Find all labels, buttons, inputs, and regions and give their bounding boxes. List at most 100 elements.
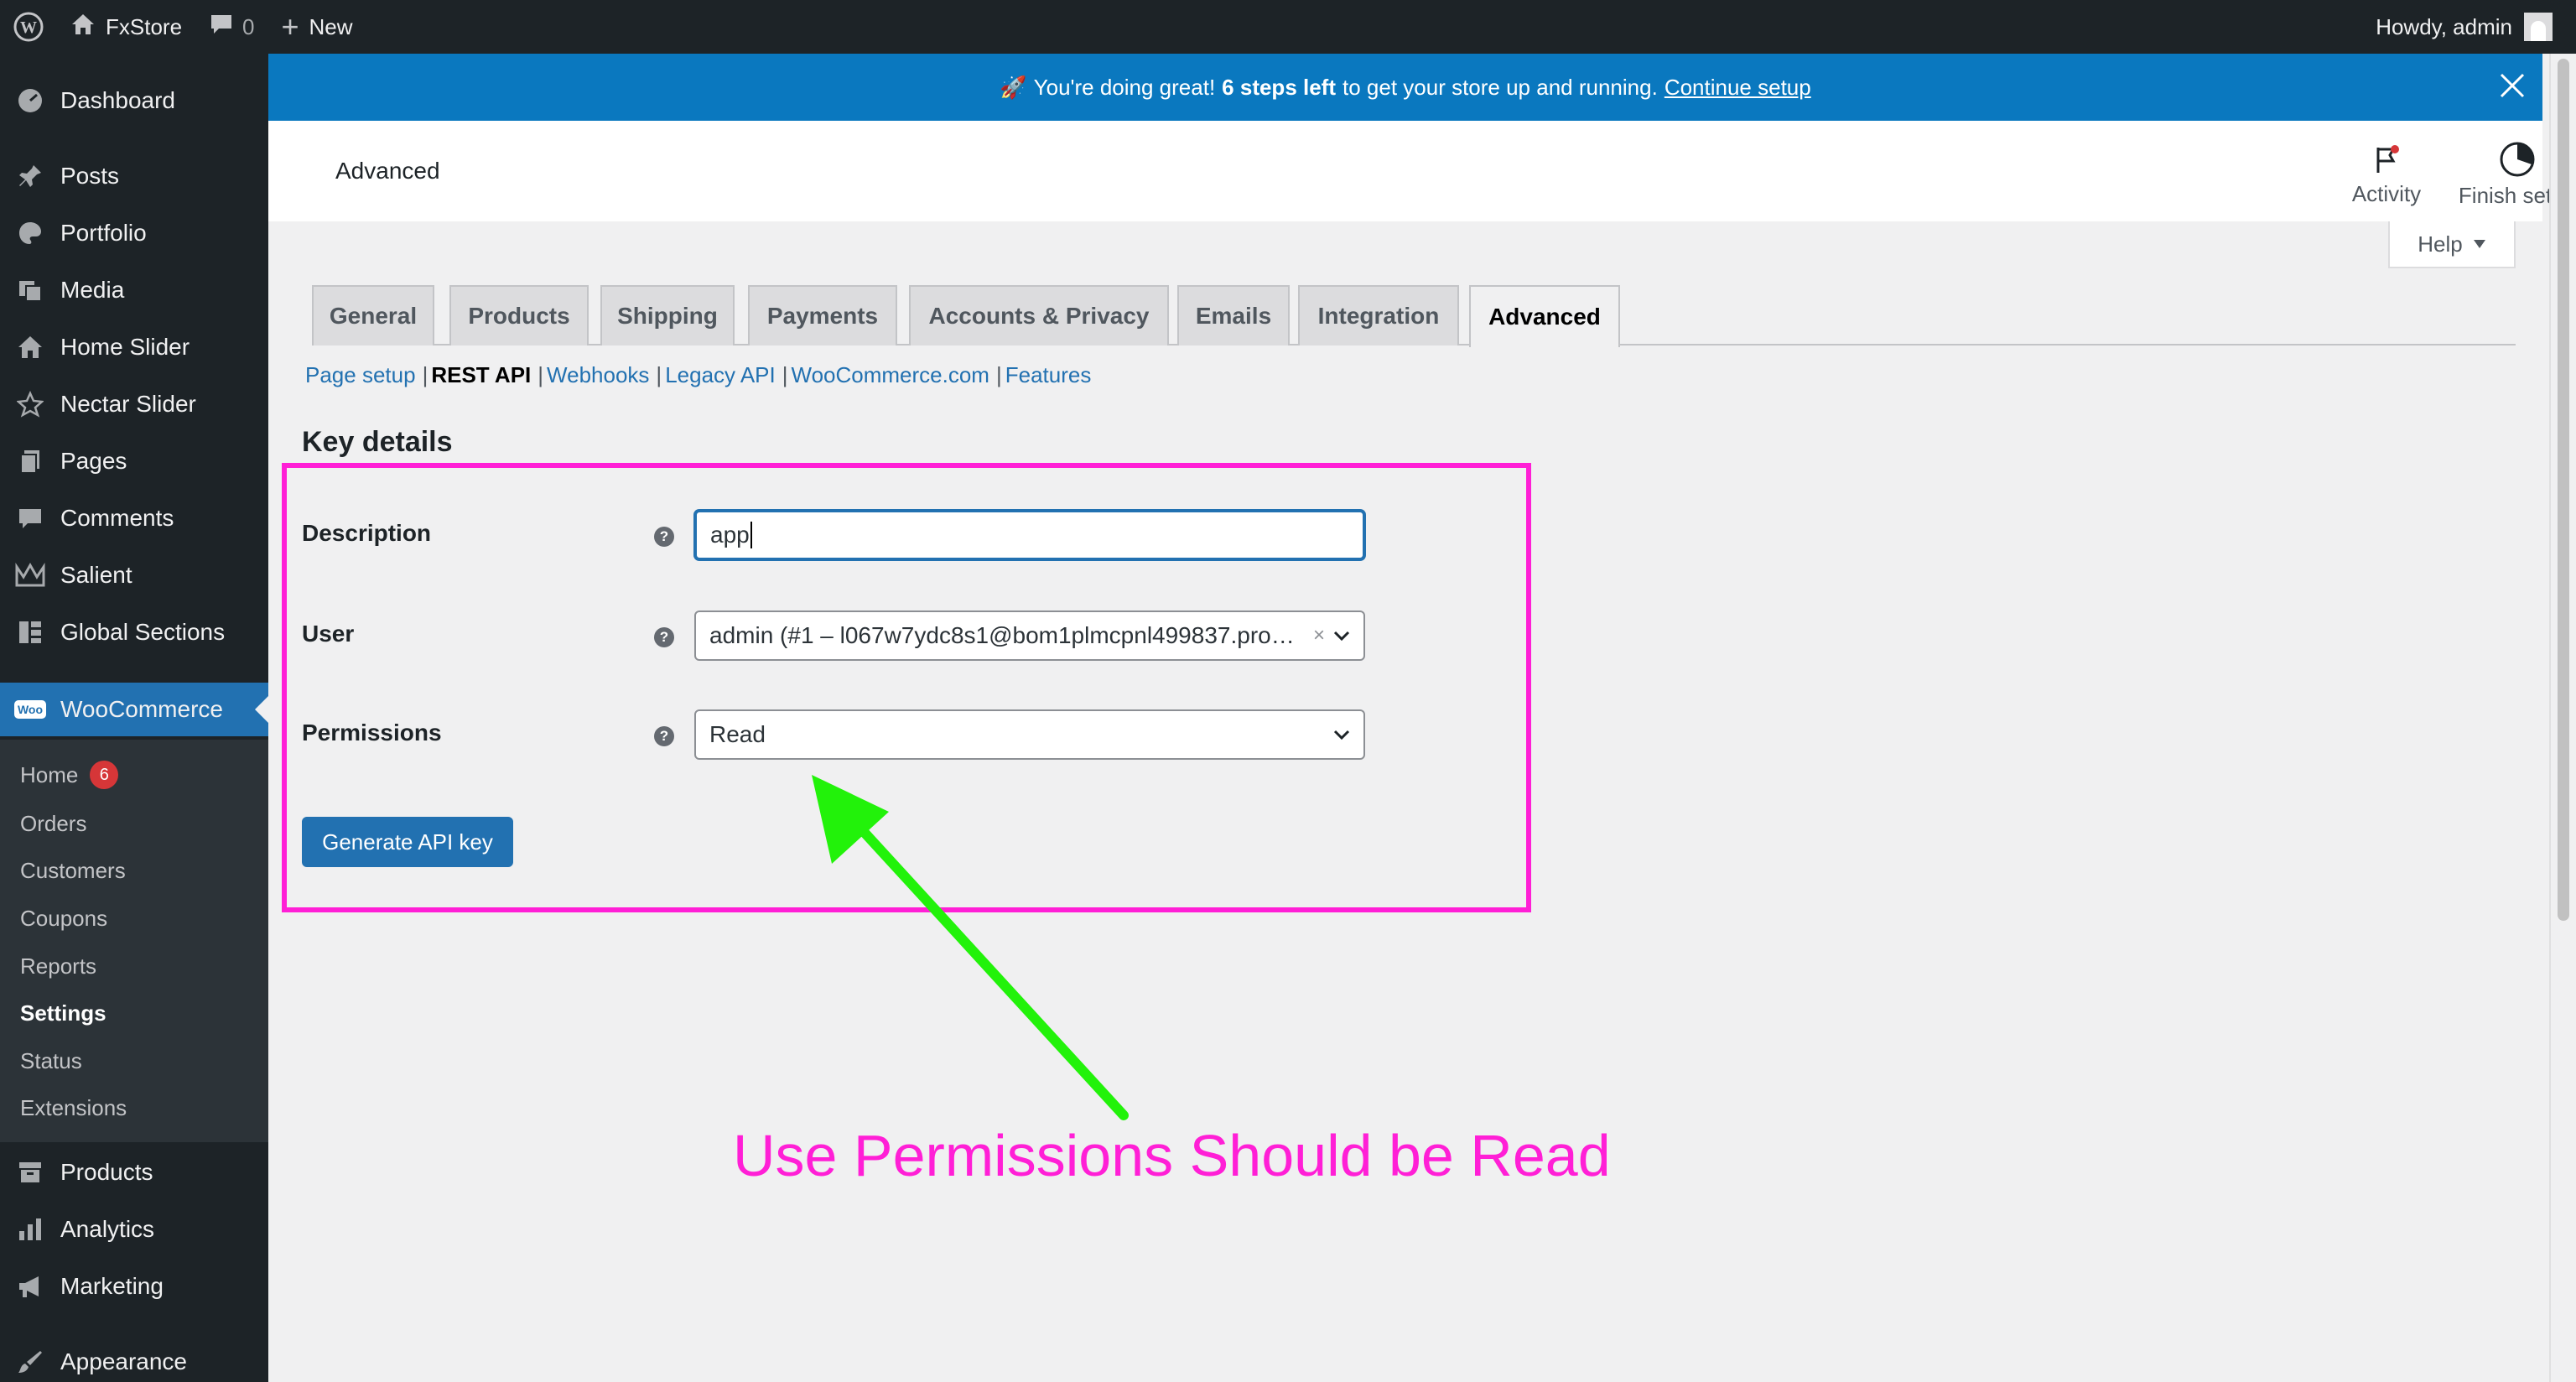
notification-badge: 6 [90, 761, 119, 789]
sidebar-item-label: Pages [60, 448, 127, 474]
sidebar-item-label: Home Slider [60, 334, 190, 360]
account-menu[interactable]: Howdy, admin [2376, 13, 2576, 41]
sidebar-item-label: Portfolio [60, 220, 147, 246]
submenu-item-label: Extensions [20, 1094, 127, 1120]
page-title: Advanced [335, 158, 440, 184]
sidebar-item-label: Global Sections [60, 619, 226, 645]
tab-emails[interactable]: Emails [1177, 285, 1290, 346]
sidebar-item-label: WooCommerce [60, 696, 223, 722]
sidebar-item-products[interactable]: Products [0, 1146, 268, 1199]
bar-chart-icon [0, 1216, 60, 1243]
tab-shipping[interactable]: Shipping [600, 285, 735, 346]
sidebar-item-nectar-slider[interactable]: Nectar Slider [0, 377, 268, 431]
sidebar-item-label: Marketing [60, 1273, 164, 1299]
caret-down-icon [2473, 240, 2485, 248]
sidebar-item-media[interactable]: Media [0, 263, 268, 317]
sidebar-item-salient[interactable]: Salient [0, 548, 268, 602]
subnav-rest-api[interactable]: REST API [431, 362, 531, 388]
tab-label: General [329, 303, 418, 329]
section-heading: Key details [302, 426, 453, 458]
subnav-page-setup[interactable]: Page setup [305, 362, 416, 388]
tab-integration[interactable]: Integration [1298, 285, 1459, 346]
subnav-woocommerce-com[interactable]: WooCommerce.com [792, 362, 989, 388]
submenu-item-home[interactable]: Home 6 [20, 758, 119, 792]
tab-products[interactable]: Products [449, 285, 589, 346]
archive-icon [0, 1159, 60, 1186]
submenu-item-coupons[interactable]: Coupons [20, 901, 107, 935]
submenu-item-extensions[interactable]: Extensions [20, 1091, 127, 1125]
palette-icon [0, 220, 60, 247]
wordpress-logo-icon[interactable]: W [0, 0, 57, 54]
comment-icon [0, 505, 60, 532]
sidebar-item-home-slider[interactable]: Home Slider [0, 320, 268, 374]
tab-label: Integration [1317, 303, 1440, 329]
sidebar-item-portfolio[interactable]: Portfolio [0, 206, 268, 260]
submenu-item-label: Coupons [20, 905, 108, 931]
sidebar-item-dashboard[interactable]: Dashboard [0, 74, 268, 127]
home-icon [70, 13, 96, 42]
notice-text-after: to get your store up and running. [1343, 74, 1658, 100]
activity-label: Activity [2351, 180, 2422, 206]
sidebar-item-woocommerce[interactable]: Woo WooCommerce [0, 683, 268, 736]
subnav-legacy-api[interactable]: Legacy API [665, 362, 776, 388]
sidebar-item-pages[interactable]: Pages [0, 434, 268, 488]
submenu-item-label: Settings [20, 1000, 106, 1026]
sidebar-item-appearance[interactable]: Appearance [0, 1335, 268, 1382]
plus-icon: + [281, 9, 299, 44]
subnav-webhooks[interactable]: Webhooks [547, 362, 649, 388]
site-name-link[interactable]: FxStore [57, 0, 195, 54]
new-label: New [309, 13, 353, 39]
sidebar-item-label: Appearance [60, 1348, 188, 1374]
submenu-item-label: Reports [20, 953, 97, 979]
tab-label: Shipping [617, 303, 718, 329]
submenu-item-label: Status [20, 1047, 82, 1073]
subnav-separator: | [422, 362, 428, 387]
tab-accounts-privacy[interactable]: Accounts & Privacy [909, 285, 1169, 346]
tab-label: Emails [1195, 303, 1272, 329]
sidebar-item-marketing[interactable]: Marketing [0, 1260, 268, 1313]
activity-button[interactable]: Activity [2328, 134, 2445, 215]
comment-bubble-icon [209, 13, 234, 42]
svg-text:W: W [20, 18, 37, 37]
tab-advanced[interactable]: Advanced [1469, 285, 1620, 347]
dashboard-icon [0, 87, 60, 114]
progress-circle-icon [2500, 142, 2535, 176]
sidebar-item-label: Posts [60, 163, 120, 189]
submenu-item-label: Orders [20, 810, 87, 836]
megaphone-icon [0, 1273, 60, 1300]
site-name: FxStore [106, 13, 183, 39]
submenu-item-settings[interactable]: Settings [20, 996, 106, 1030]
crown-icon [0, 562, 60, 589]
sidebar-item-analytics[interactable]: Analytics [0, 1203, 268, 1256]
close-icon[interactable] [2499, 69, 2526, 106]
new-content-link[interactable]: + New [268, 0, 366, 54]
submenu-item-reports[interactable]: Reports [20, 949, 96, 983]
submenu-item-orders[interactable]: Orders [20, 807, 86, 840]
woo-icon: Woo [0, 700, 60, 719]
comments-link[interactable]: 0 [195, 0, 267, 54]
tab-label: Advanced [1488, 304, 1601, 330]
subnav-separator: | [538, 362, 544, 387]
sidebar-item-label: Salient [60, 562, 132, 588]
sidebar-item-global-sections[interactable]: Global Sections [0, 605, 268, 659]
annotation-arrow [812, 775, 1129, 1120]
home-icon [0, 334, 60, 361]
advanced-subnav: Page setup | REST API | Webhooks | Legac… [305, 362, 1091, 388]
brush-icon [0, 1348, 60, 1375]
subnav-features[interactable]: Features [1005, 362, 1092, 388]
subnav-separator: | [782, 362, 788, 387]
sidebar-item-label: Nectar Slider [60, 391, 196, 417]
sidebar-item-posts[interactable]: Posts [0, 149, 268, 203]
scrollbar-thumb[interactable] [2558, 59, 2569, 921]
setup-notice-banner: 🚀 You're doing great! 6 steps left to ge… [268, 54, 2542, 121]
help-button[interactable]: Help [2388, 221, 2516, 268]
continue-setup-link[interactable]: Continue setup [1665, 75, 1811, 101]
submenu-item-status[interactable]: Status [20, 1044, 82, 1078]
help-label: Help [2418, 231, 2463, 257]
sidebar-item-label: Analytics [60, 1216, 155, 1242]
tab-payments[interactable]: Payments [748, 285, 897, 346]
submenu-item-customers[interactable]: Customers [20, 854, 126, 887]
sidebar-item-comments[interactable]: Comments [0, 491, 268, 545]
tab-general[interactable]: General [312, 285, 434, 346]
tab-label: Payments [766, 303, 879, 329]
